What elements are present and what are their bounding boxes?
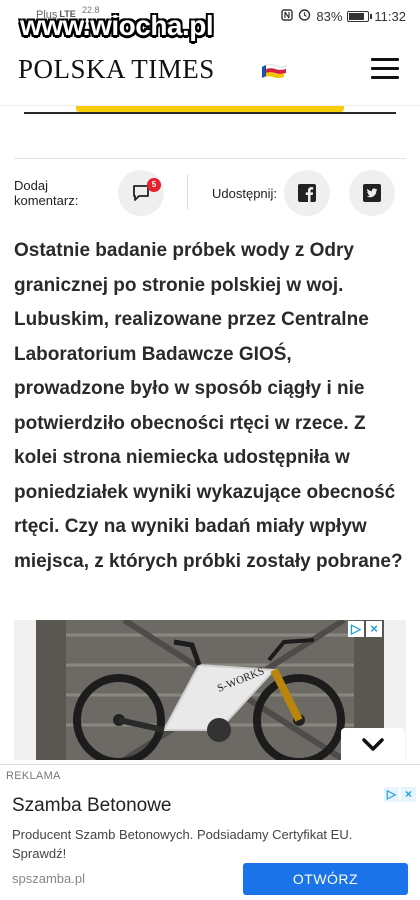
status-icons: 83% 11:32: [281, 8, 406, 24]
close-icon[interactable]: ×: [366, 621, 382, 637]
twitter-share-button[interactable]: [349, 170, 395, 216]
yellow-bar: [76, 106, 344, 112]
divider: [14, 158, 406, 159]
comment-button[interactable]: 5: [118, 170, 164, 216]
alarm-icon: [298, 8, 311, 24]
adchoices-icon[interactable]: ▷: [384, 787, 399, 802]
watermark-text: www.wiocha.pl: [20, 10, 214, 41]
battery-percent: 83%: [316, 8, 343, 24]
facebook-share-button[interactable]: [284, 170, 330, 216]
battery-fill: [349, 12, 364, 20]
nfc-icon: [281, 8, 294, 24]
site-header: POLSKA TIMES: [0, 34, 420, 106]
ad-label: REKLAMA: [6, 770, 61, 782]
hamburger-line: [371, 76, 399, 79]
share-separator: [187, 174, 188, 210]
site-logo[interactable]: POLSKA TIMES: [18, 54, 215, 85]
ad-card[interactable]: ▷ × Szamba Betonowe Producent Szamb Beto…: [0, 785, 420, 900]
twitter-icon: [363, 184, 381, 202]
article-lead: Ostatnie badanie próbek wody z Odry gran…: [14, 240, 403, 572]
previous-ad-strip: [24, 106, 396, 114]
sticky-ad: REKLAMA ▷ × Szamba Betonowe Producent Sz…: [0, 764, 420, 900]
expand-ad-button[interactable]: [341, 728, 405, 762]
comment-count-badge: 5: [147, 178, 161, 192]
chevron-down-icon: [362, 738, 384, 751]
flag-icon: [262, 64, 286, 78]
open-ad-button[interactable]: OTWÓRZ: [243, 863, 408, 895]
share-label: Udostępnij:: [212, 186, 278, 201]
close-icon[interactable]: ×: [401, 787, 416, 802]
facebook-icon: [298, 184, 316, 202]
ad-title[interactable]: Szamba Betonowe: [12, 795, 172, 817]
ad-choices[interactable]: ▷ ×: [348, 621, 382, 637]
ad-choices[interactable]: ▷ ×: [384, 787, 416, 802]
add-comment-label: Dodaj komentarz:: [14, 178, 79, 208]
ad-domain: spszamba.pl: [12, 871, 85, 886]
ad-description: Producent Szamb Betonowych. Podsiadamy C…: [12, 827, 353, 861]
adchoices-icon[interactable]: ▷: [348, 621, 364, 637]
share-row: Dodaj komentarz: 5 Udostępnij:: [0, 160, 420, 224]
hamburger-line: [371, 58, 399, 61]
hamburger-line: [371, 67, 399, 70]
hamburger-icon[interactable]: [371, 58, 399, 80]
battery-icon: [347, 10, 373, 22]
clock: 11:32: [374, 8, 406, 24]
